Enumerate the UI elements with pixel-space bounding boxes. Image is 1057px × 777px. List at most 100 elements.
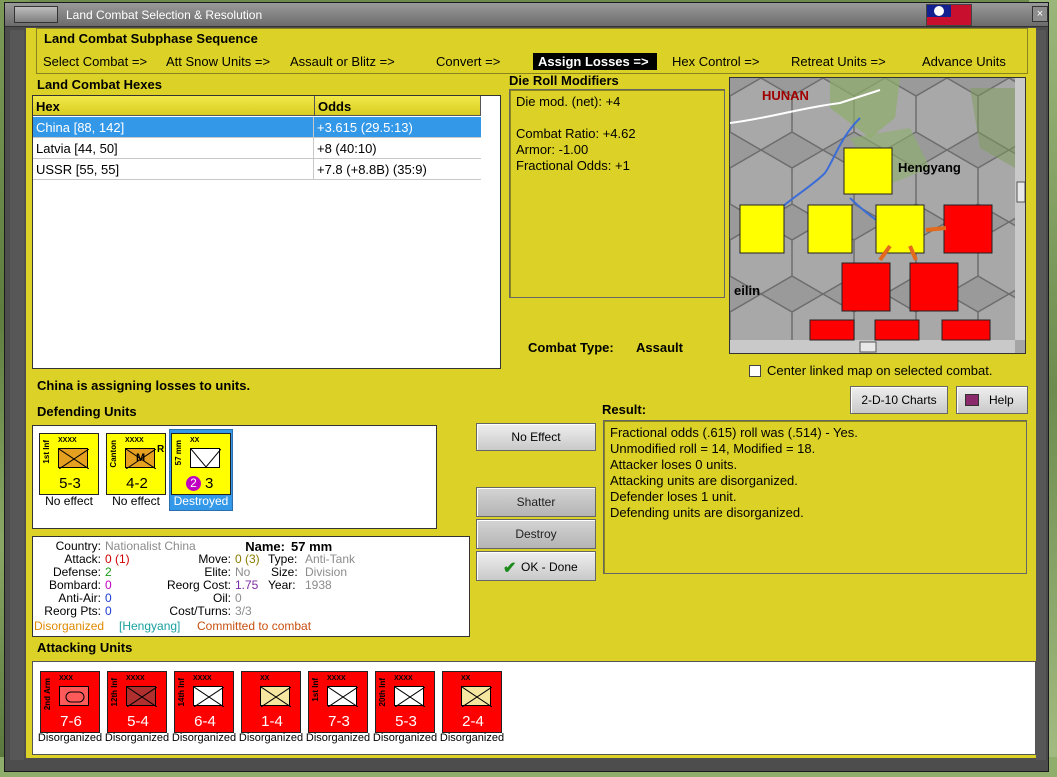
attack-label: Attack: — [64, 552, 101, 566]
unit-stat: 5-4 — [127, 713, 149, 730]
result-line: Defender loses 1 unit. — [610, 489, 737, 504]
result-line: Defending units are disorganized. — [610, 505, 804, 520]
odds-cell: +8 (40:10) — [317, 141, 377, 156]
step-select-combat: Select Combat => — [43, 54, 148, 69]
defense-label: Defense: — [52, 565, 101, 579]
defending-unit-57mm[interactable]: 57 mm XX 2 3 — [171, 433, 231, 495]
drm-title: Die Roll Modifiers — [509, 73, 619, 88]
map-hexes — [730, 78, 1025, 353]
unit-caption: No effect — [45, 494, 93, 508]
unit-stat-prefix: 2 — [186, 476, 201, 491]
cost-turns-label: Cost/Turns: — [169, 604, 231, 618]
attacking-unit-mountain-1[interactable]: XX 1-4 — [241, 671, 301, 733]
size-value: Division — [305, 565, 348, 579]
status-location: [Hengyang] — [119, 619, 181, 633]
no-effect-button[interactable]: No Effect — [476, 423, 596, 451]
window-menu-button[interactable] — [14, 6, 58, 23]
status-message: China is assigning losses to units. — [37, 378, 251, 393]
unit-size: XXXX — [58, 437, 77, 444]
window-right-border — [1036, 30, 1046, 760]
unit-caption: Destroyed — [173, 494, 229, 508]
help-button-label: Help — [989, 393, 1014, 407]
unit-name: 1st Inf — [42, 440, 51, 464]
oil-label: Oil: — [213, 591, 231, 605]
drm-box: Die mod. (net): +4 Combat Ratio: +4.62 A… — [509, 89, 725, 298]
result-line: Attacker loses 0 units. — [610, 457, 738, 472]
help-button[interactable]: Help — [956, 386, 1028, 414]
table-row[interactable]: China [88, 142] +3.615 (29.5:13) — [33, 117, 481, 138]
column-header-hex[interactable]: Hex — [33, 96, 315, 116]
country-label: Country: — [55, 539, 101, 553]
infantry-symbol-icon — [394, 686, 426, 708]
unit-caption: Disorganized — [104, 732, 170, 744]
unit-name: 12th Inf — [110, 678, 119, 707]
ok-done-button[interactable]: ✔ OK - Done — [476, 551, 596, 581]
destroy-button[interactable]: Destroy — [476, 519, 596, 549]
drm-line: Combat Ratio: +4.62 — [516, 126, 636, 141]
step-hex-control: Hex Control => — [672, 54, 760, 69]
unit-size: XXX — [59, 675, 74, 682]
attacking-unit-1st-inf[interactable]: 1st Inf XXXX 7-3 — [308, 671, 368, 733]
attacking-unit-12th-inf[interactable]: 12th Inf XXXX 5-4 — [107, 671, 167, 733]
size-label: Size: — [271, 565, 298, 579]
attacking-unit-mountain-2[interactable]: XX 2-4 — [442, 671, 502, 733]
ok-done-label: OK - Done — [521, 560, 578, 574]
table-row[interactable]: USSR [55, 55] +7.8 (+8.8B) (35:9) — [33, 159, 481, 180]
hex-cell: China [88, 142] — [36, 120, 125, 135]
unit-stat: 4-2 — [126, 475, 148, 492]
map-city-label: Hengyang — [898, 160, 961, 175]
antiair-value: 0 — [105, 591, 112, 605]
odds-cell: +7.8 (+8.8B) (35:9) — [317, 162, 427, 177]
help-book-icon — [965, 394, 979, 406]
elite-value: No — [235, 565, 251, 579]
unit-size: XXXX — [126, 675, 145, 682]
elite-label: Elite: — [204, 565, 231, 579]
window-left-border — [10, 30, 24, 760]
bombard-value: 0 — [105, 578, 112, 592]
reorg-pts-value: 0 — [105, 604, 112, 618]
charts-button[interactable]: 2-D-10 Charts — [850, 386, 948, 414]
column-header-odds[interactable]: Odds — [315, 96, 481, 116]
unit-size: XXXX — [327, 675, 346, 682]
infantry-symbol-icon — [126, 686, 158, 708]
shatter-button[interactable]: Shatter — [476, 487, 596, 517]
reorg-cost-label: Reorg Cost: — [166, 578, 231, 592]
year-label: Year: — [268, 578, 296, 592]
hexes-title: Land Combat Hexes — [37, 77, 162, 92]
unit-stat: 7-6 — [60, 713, 82, 730]
close-icon[interactable]: × — [1032, 6, 1048, 22]
unit-caption: Disorganized — [439, 732, 505, 744]
defending-units-panel: 1st Inf XXXX 5-3 No effect Canton XXXX R… — [32, 425, 437, 529]
defending-unit-1st-inf[interactable]: 1st Inf XXXX 5-3 — [39, 433, 99, 495]
drm-line: Fractional Odds: +1 — [516, 158, 630, 173]
hex-cell: USSR [55, 55] — [36, 162, 120, 177]
unit-size: XX — [461, 675, 471, 682]
defending-unit-canton[interactable]: Canton XXXX R M 4-2 — [106, 433, 166, 495]
center-map-checkbox[interactable] — [749, 365, 761, 377]
unit-caption: No effect — [112, 494, 160, 508]
anti-tank-symbol-icon — [190, 448, 222, 468]
unit-stat: 5-3 — [59, 475, 81, 492]
hex-table: Hex Odds China [88, 142] +3.615 (29.5:13… — [32, 95, 501, 369]
unit-stat: 1-4 — [261, 713, 283, 730]
mountain-symbol-icon — [461, 686, 493, 708]
year-value: 1938 — [305, 578, 332, 592]
move-label: Move: — [198, 552, 231, 566]
linked-map[interactable]: HUNAN Hengyang eilin — [729, 77, 1026, 354]
unit-caption: Disorganized — [37, 732, 103, 744]
step-retreat-units: Retreat Units => — [791, 54, 886, 69]
unit-caption: Disorganized — [171, 732, 237, 744]
unit-caption: Disorganized — [305, 732, 371, 744]
defense-value: 2 — [105, 565, 112, 579]
map-region-label: HUNAN — [762, 88, 809, 103]
infantry-symbol-icon — [327, 686, 359, 708]
attacking-unit-2nd-arm[interactable]: 2nd Arm XXX 7-6 — [40, 671, 100, 733]
step-advance-units: Advance Units — [922, 54, 1006, 69]
result-line: Fractional odds (.615) roll was (.514) -… — [610, 425, 858, 440]
attacking-unit-14th-inf[interactable]: 14th Inf XXXX 6-4 — [174, 671, 234, 733]
table-row[interactable]: Latvia [44, 50] +8 (40:10) — [33, 138, 481, 159]
attacking-unit-20th-inf[interactable]: 20th Inf XXXX 5-3 — [375, 671, 435, 733]
status-disorganized: Disorganized — [34, 619, 105, 633]
mountain-symbol-icon — [260, 686, 292, 708]
infantry-symbol-icon — [193, 686, 225, 708]
